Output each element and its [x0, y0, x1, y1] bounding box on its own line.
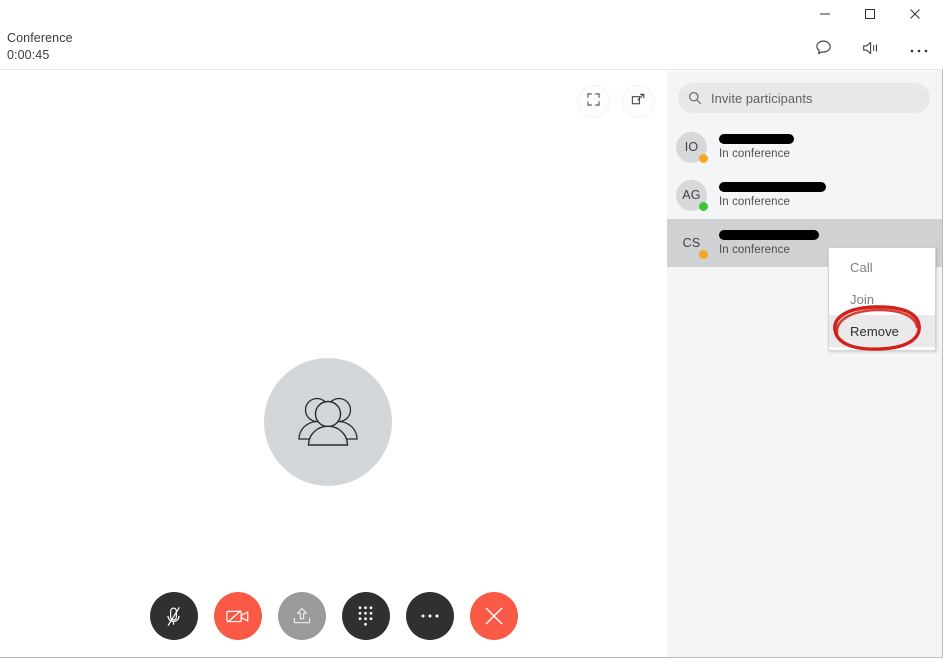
participant-info: In conference: [719, 134, 794, 160]
video-stage: [0, 71, 667, 657]
presence-dot: [699, 249, 708, 259]
presence-dot: [699, 201, 708, 211]
chat-bubble-icon: [814, 38, 833, 62]
context-menu-item-join[interactable]: Join: [829, 283, 935, 315]
avatar-initials: CS: [682, 236, 701, 250]
camera-button[interactable]: [213, 592, 262, 640]
chat-button[interactable]: [809, 36, 837, 64]
presence-dot: [699, 153, 708, 163]
window-controls: [802, 0, 937, 28]
fullscreen-icon: [587, 92, 600, 111]
pop-out-icon: [631, 92, 646, 112]
minimize-icon: [819, 8, 831, 20]
end-call-icon: [483, 605, 505, 627]
avatar-initials: IO: [684, 140, 699, 154]
more-horizontal-icon: [909, 41, 929, 59]
header-actions: [809, 36, 933, 64]
share-screen-button[interactable]: [277, 592, 326, 640]
participant-row[interactable]: IO In conference: [667, 123, 942, 171]
minimize-button[interactable]: [802, 1, 847, 27]
call-title: Conference: [7, 31, 73, 45]
participant-status: In conference: [719, 196, 790, 208]
end-call-button[interactable]: [469, 592, 518, 640]
participant-avatar: CS: [676, 228, 708, 259]
camera-off-icon: [225, 606, 251, 626]
participant-avatar: AG: [676, 179, 708, 211]
more-horizontal-icon: [420, 613, 440, 619]
participant-status: In conference: [719, 244, 790, 256]
popout-button[interactable]: [622, 85, 655, 118]
call-toolbar: [0, 576, 667, 656]
conference-window: Conference 0:00:45 Invite participants I…: [0, 0, 943, 658]
conference-avatar: [264, 358, 392, 486]
search-icon: [688, 91, 702, 105]
participant-row[interactable]: AG In conference: [667, 171, 942, 219]
more-options-toolbar-button[interactable]: [405, 592, 454, 640]
call-timer: 0:00:45: [7, 48, 50, 62]
search-input[interactable]: Invite participants: [678, 83, 930, 113]
context-menu-item-call[interactable]: Call: [829, 251, 935, 283]
dialpad-icon: [357, 605, 374, 627]
call-info: Conference 0:00:45: [7, 30, 73, 64]
participant-info: In conference: [719, 230, 819, 256]
participants-panel: Invite participants IO In conference AG In …: [667, 71, 942, 657]
participant-name-redacted: [719, 182, 826, 192]
stage-tools: [577, 85, 655, 118]
invite-participants-search: Invite participants: [678, 83, 930, 113]
microphone-muted-icon: [163, 605, 184, 628]
fullscreen-button[interactable]: [577, 85, 610, 118]
more-options-header-button[interactable]: [905, 36, 933, 64]
participant-name-redacted: [719, 230, 819, 240]
close-button[interactable]: [892, 1, 937, 27]
speaker-icon: [861, 39, 881, 62]
avatar-initials: AG: [682, 188, 701, 202]
participant-name-redacted: [719, 134, 794, 144]
search-placeholder: Invite participants: [711, 90, 813, 106]
participant-avatar: IO: [676, 131, 708, 163]
group-people-icon: [295, 393, 361, 452]
share-screen-icon: [291, 605, 313, 627]
participant-list: IO In conference AG In conference CS In confe…: [667, 123, 942, 267]
participant-info: In conference: [719, 182, 826, 208]
close-icon: [909, 8, 921, 20]
maximize-icon: [864, 8, 876, 20]
microphone-button[interactable]: [149, 592, 198, 640]
dialpad-button[interactable]: [341, 592, 390, 640]
participant-status: In conference: [719, 148, 790, 160]
speaker-button[interactable]: [857, 36, 885, 64]
context-menu-item-remove[interactable]: Remove: [829, 315, 935, 347]
participant-context-menu: Call Join Remove: [828, 247, 936, 351]
maximize-button[interactable]: [847, 1, 892, 27]
title-bar: Conference 0:00:45: [0, 0, 943, 70]
